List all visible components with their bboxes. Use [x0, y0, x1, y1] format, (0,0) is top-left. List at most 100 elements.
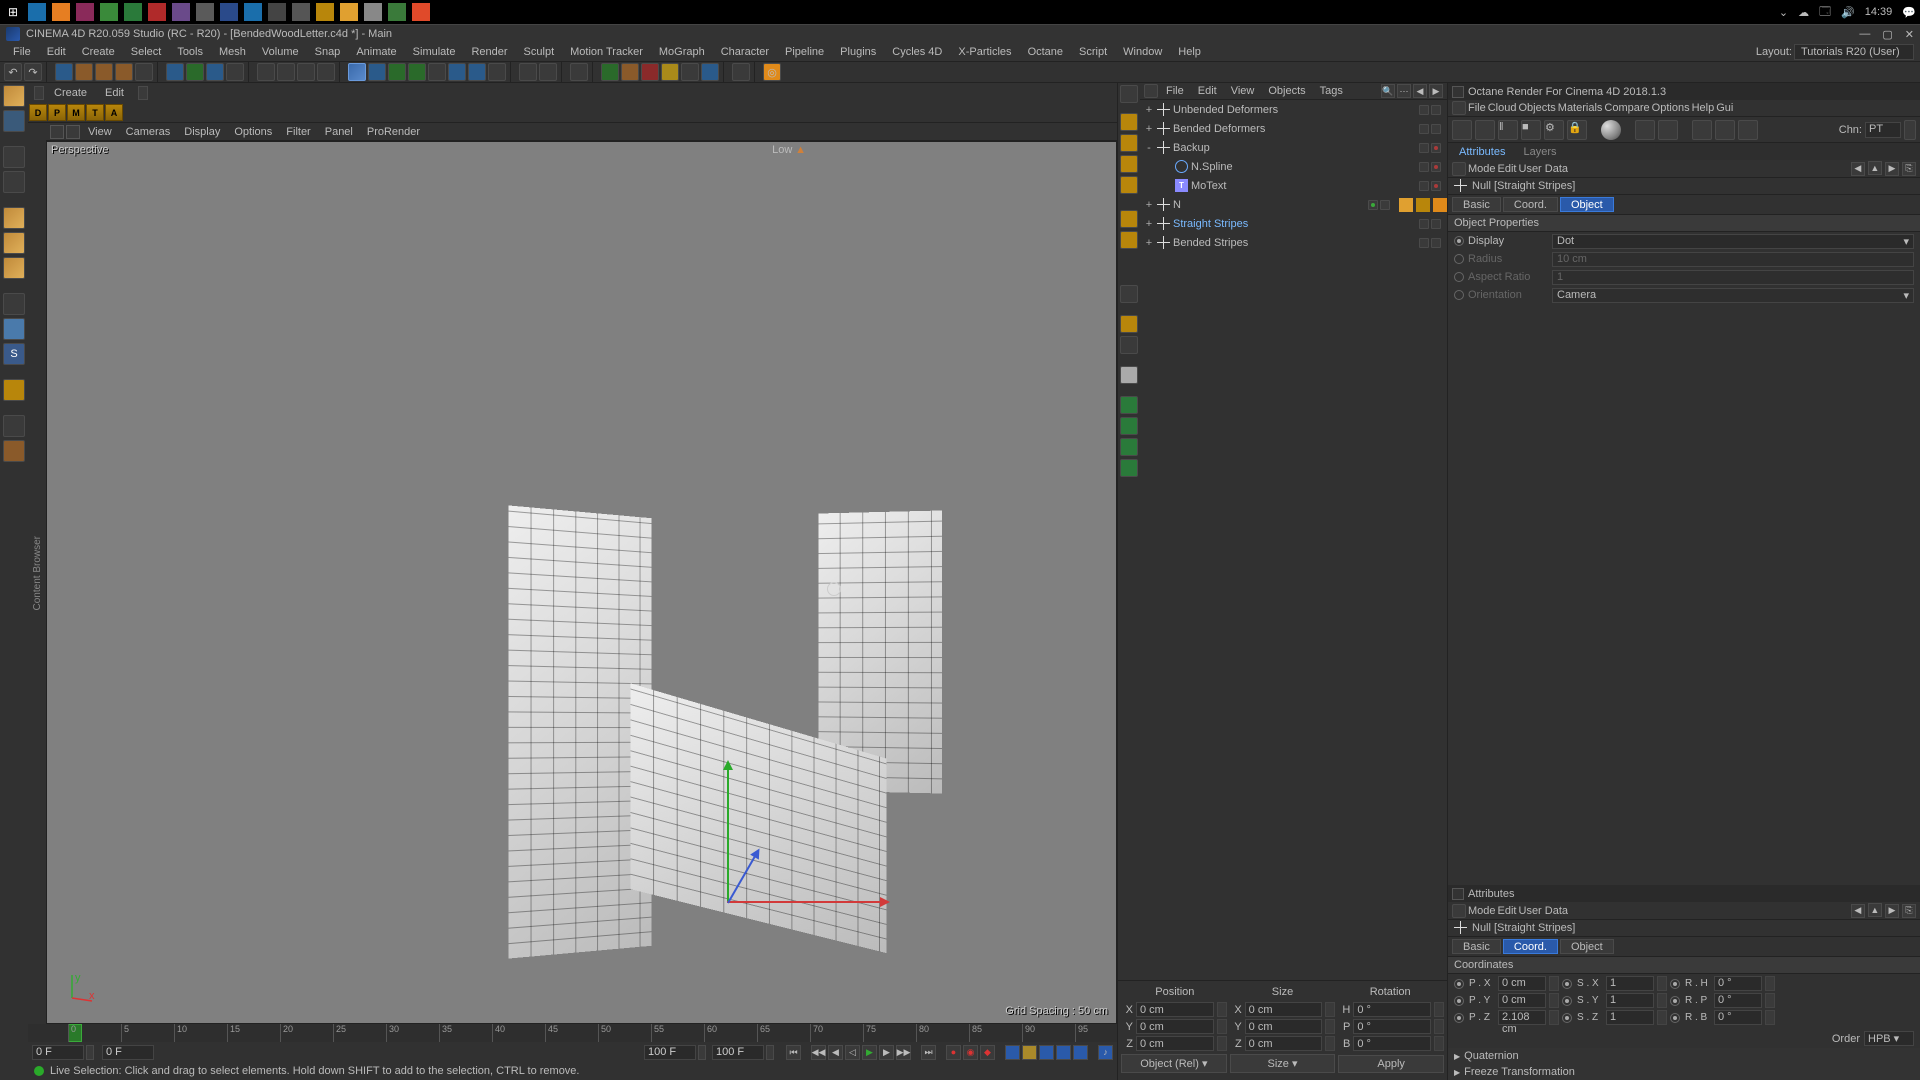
- oct-btn-2[interactable]: [1475, 120, 1495, 140]
- vp-btn-a[interactable]: [1120, 285, 1138, 303]
- gold-m[interactable]: M: [67, 104, 85, 121]
- environment[interactable]: [448, 63, 466, 81]
- display-radio[interactable]: [1454, 236, 1464, 246]
- tl-scale-ch[interactable]: [1022, 1045, 1037, 1060]
- tl-autokey[interactable]: ◉: [963, 1045, 978, 1060]
- om-menu-view[interactable]: View: [1225, 84, 1261, 98]
- obj-name[interactable]: Bended Deformers: [1173, 123, 1416, 135]
- app-icon-14[interactable]: [340, 3, 358, 21]
- attr2-tab-object[interactable]: Object: [1560, 939, 1614, 954]
- rb-spin[interactable]: [1765, 1010, 1775, 1025]
- vp-cam-nav[interactable]: [1120, 113, 1138, 131]
- last-tool[interactable]: [135, 63, 153, 81]
- palette-expander-r[interactable]: [138, 86, 148, 100]
- locked-wp[interactable]: [3, 379, 25, 401]
- tl-next-frame[interactable]: ▶: [879, 1045, 894, 1060]
- attr2-nav-new[interactable]: ⎘: [1902, 904, 1916, 918]
- app-icon-12[interactable]: [292, 3, 310, 21]
- coord-sys[interactable]: [226, 63, 244, 81]
- expand-icon[interactable]: +: [1144, 123, 1154, 135]
- menu-x-particles[interactable]: X-Particles: [951, 44, 1018, 60]
- attr-tab-basic[interactable]: Basic: [1452, 197, 1501, 212]
- object-manager-tree[interactable]: +Unbended Deformers+Bended Deformers-Bac…: [1140, 100, 1447, 980]
- octane-menu-cloud[interactable]: Cloud: [1488, 102, 1517, 114]
- obj-tag-1[interactable]: [1416, 198, 1430, 212]
- live-select-button[interactable]: [55, 63, 73, 81]
- oct-btn-1[interactable]: [1452, 120, 1472, 140]
- timeline-ruler[interactable]: 0510152025303540455055606570758085909510…: [28, 1024, 1117, 1042]
- tl-sound[interactable]: ♪: [1098, 1045, 1113, 1060]
- tl-prev-key[interactable]: ◀◀: [811, 1045, 826, 1060]
- tl-cur[interactable]: 0 F: [102, 1045, 154, 1060]
- rb-radio[interactable]: [1670, 1013, 1680, 1023]
- redo-button[interactable]: ↷: [24, 63, 42, 81]
- coord-size-X-spin[interactable]: [1325, 1002, 1335, 1017]
- menu-simulate[interactable]: Simulate: [406, 44, 463, 60]
- display-dropdown[interactable]: Dot▾: [1552, 234, 1914, 249]
- obj-visibility-dots[interactable]: [1419, 105, 1441, 115]
- primitive-cube[interactable]: [348, 63, 366, 81]
- gizmo-y-axis[interactable]: [727, 763, 729, 903]
- attr-nav-next[interactable]: ▶: [1885, 162, 1899, 176]
- foldout-freeze[interactable]: ▶Freeze Transformation: [1448, 1064, 1920, 1080]
- menu-animate[interactable]: Animate: [349, 44, 403, 60]
- cycles-btn[interactable]: [732, 63, 750, 81]
- app-icon-3[interactable]: [76, 3, 94, 21]
- octane-menu-objects[interactable]: Objects: [1518, 102, 1555, 114]
- vp-btn-g[interactable]: [1120, 438, 1138, 456]
- points-mode[interactable]: [3, 207, 25, 229]
- menu-plugins[interactable]: Plugins: [833, 44, 883, 60]
- vp-btn-h[interactable]: [1120, 459, 1138, 477]
- obj-visibility-dots[interactable]: [1419, 181, 1441, 191]
- camera-add[interactable]: [468, 63, 486, 81]
- menu-help[interactable]: Help: [1171, 44, 1208, 60]
- oct-btn-a[interactable]: [1635, 120, 1655, 140]
- move-tool[interactable]: [75, 63, 93, 81]
- menu-motion-tracker[interactable]: Motion Tracker: [563, 44, 650, 60]
- attr-tab-attributes[interactable]: Attributes: [1451, 145, 1513, 159]
- obj-visibility-dots[interactable]: [1419, 124, 1441, 134]
- taskbar-clock[interactable]: 14:39: [1865, 6, 1893, 18]
- octane-menu-materials[interactable]: Materials: [1558, 102, 1603, 114]
- vp-btn-e[interactable]: [1120, 396, 1138, 414]
- vp-menu-filter[interactable]: Filter: [280, 125, 316, 139]
- om-menu-objects[interactable]: Objects: [1262, 84, 1311, 98]
- tl-play-rev[interactable]: ◁: [845, 1045, 860, 1060]
- tray-expand-icon[interactable]: ⌄: [1779, 6, 1788, 19]
- obj-name[interactable]: N.Spline: [1191, 161, 1416, 173]
- octane-chn-input[interactable]: PT: [1865, 122, 1901, 138]
- xp-tag[interactable]: [701, 63, 719, 81]
- menu-volume[interactable]: Volume: [255, 44, 306, 60]
- app-icon-5[interactable]: [124, 3, 142, 21]
- gold-t[interactable]: T: [86, 104, 104, 121]
- tl-play[interactable]: ▶: [862, 1045, 877, 1060]
- obj-row-backup[interactable]: -Backup: [1140, 138, 1447, 157]
- make-editable[interactable]: [3, 85, 25, 107]
- vp-menu-view[interactable]: View: [82, 125, 118, 139]
- axis-x[interactable]: [166, 63, 184, 81]
- xp-mod[interactable]: [661, 63, 679, 81]
- coord-size-mode-dropdown[interactable]: Size ▾: [1230, 1054, 1336, 1073]
- pz-radio[interactable]: [1454, 1013, 1464, 1023]
- octane-menu-options[interactable]: Options: [1652, 102, 1690, 114]
- tl-end[interactable]: 100 F: [644, 1045, 696, 1060]
- coord-pos-Y-spin[interactable]: [1217, 1019, 1227, 1034]
- vp-btn-b[interactable]: [1120, 315, 1138, 333]
- app-icon-1[interactable]: [28, 3, 46, 21]
- vp-menu-display[interactable]: Display: [178, 125, 226, 139]
- menu-render[interactable]: Render: [464, 44, 514, 60]
- axis-y[interactable]: [186, 63, 204, 81]
- tl-param-ch[interactable]: [1056, 1045, 1071, 1060]
- attr2-tab-coord[interactable]: Coord.: [1503, 939, 1558, 954]
- rp-spin[interactable]: [1765, 993, 1775, 1008]
- om-menu-edit[interactable]: Edit: [1192, 84, 1223, 98]
- coord-pos-Y[interactable]: 0 cm: [1136, 1019, 1214, 1034]
- tl-keysel[interactable]: ◆: [980, 1045, 995, 1060]
- menu-edit[interactable]: Edit: [40, 44, 73, 60]
- vp-cam-zoom[interactable]: [1120, 155, 1138, 173]
- rp-input[interactable]: 0 °: [1714, 993, 1762, 1008]
- menu-mesh[interactable]: Mesh: [212, 44, 253, 60]
- polys-mode[interactable]: [3, 257, 25, 279]
- tl-range-spin[interactable]: [766, 1045, 774, 1060]
- vp-cam-move[interactable]: [1120, 134, 1138, 152]
